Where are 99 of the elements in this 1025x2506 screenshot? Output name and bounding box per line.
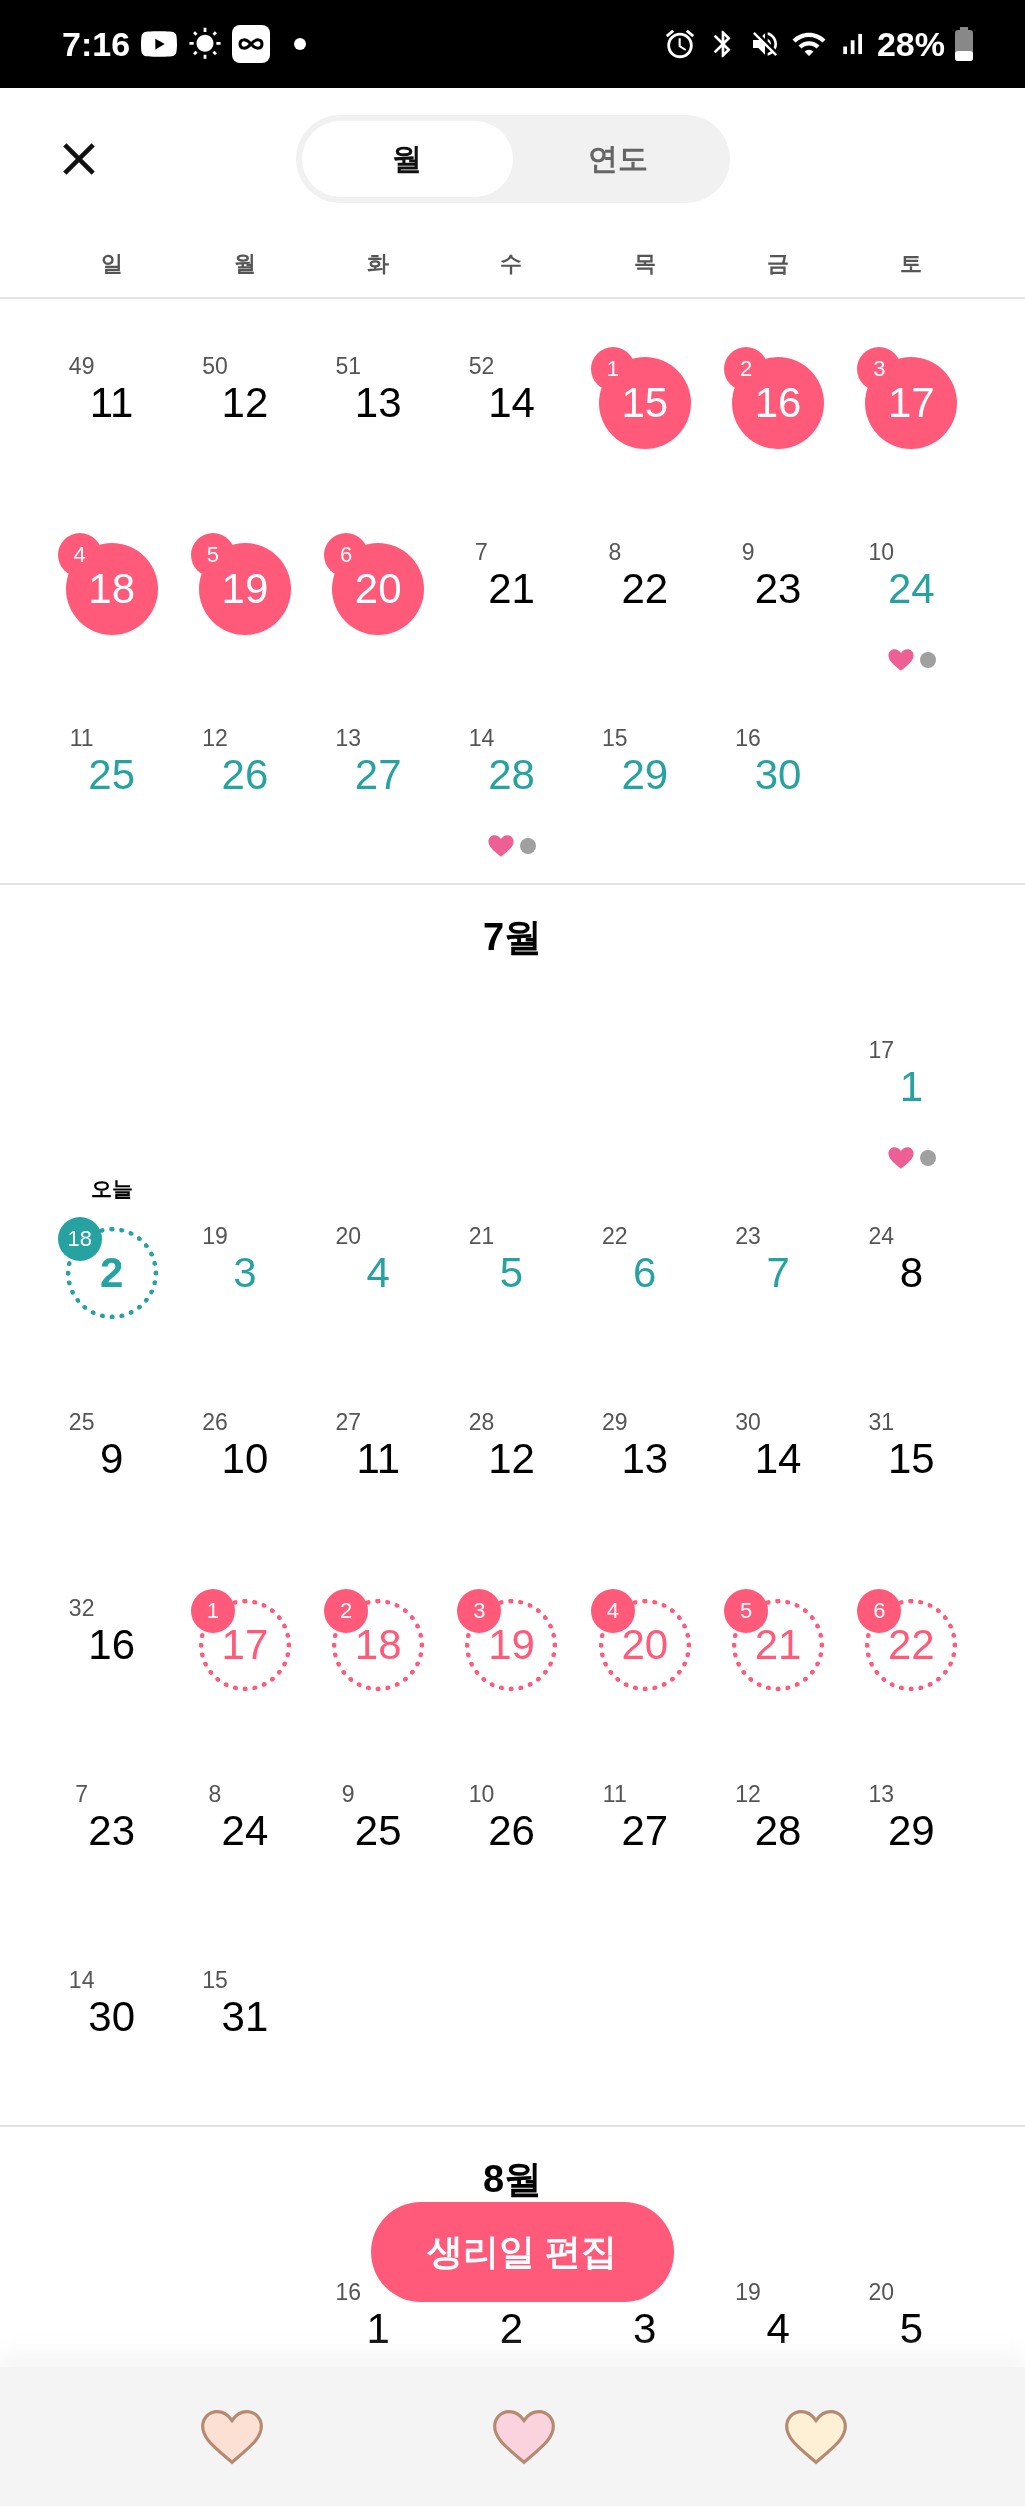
status-time: 7:16: [62, 24, 131, 64]
day-number[interactable]: 15: [888, 1438, 935, 1480]
day-number[interactable]: 8: [899, 1252, 923, 1294]
cycle-day-number: 16: [734, 725, 762, 752]
app-icon: [232, 25, 271, 63]
cycle-day-number: 22: [601, 1223, 629, 1250]
dot-icon: [294, 38, 307, 50]
cycle-day-number: 19: [201, 1223, 229, 1250]
cycle-day-number: 12: [734, 1781, 762, 1808]
cycle-day-number: 9: [740, 539, 756, 566]
weekday-label: 수: [499, 249, 524, 278]
battery-percent: 28%: [876, 24, 945, 64]
cycle-day-number: 9: [340, 1781, 356, 1808]
cycle-day-number: 29: [601, 1409, 629, 1436]
day-number[interactable]: 12: [488, 1438, 535, 1480]
cycle-day-number: 7: [74, 1781, 90, 1808]
day-number[interactable]: 3: [633, 2308, 657, 2350]
cycle-day-number: 30: [734, 1409, 762, 1436]
heart-icon: [886, 1146, 915, 1170]
cycle-day-number: 27: [334, 1409, 362, 1436]
day-number[interactable]: 13: [621, 1438, 669, 1480]
cycle-day-number: 8: [207, 1781, 223, 1808]
day-number[interactable]: 31: [221, 1996, 269, 2038]
dot-icon: [919, 652, 936, 668]
cycle-day-number: 12: [201, 725, 229, 752]
day-number[interactable]: 21: [488, 568, 535, 610]
cycle-day-number: 28: [467, 1409, 496, 1436]
heart-icon: [487, 834, 515, 858]
cycle-day-number: 26: [201, 1409, 229, 1436]
cycle-day-number: 11: [68, 725, 95, 752]
cycle-day-number: 10: [867, 539, 896, 566]
day-number[interactable]: 23: [88, 1810, 135, 1852]
day-number[interactable]: 24: [221, 1810, 269, 1852]
cycle-day-number: 20: [867, 2279, 896, 2306]
weekday-label: 토: [899, 249, 924, 278]
heart-icon: [491, 2408, 557, 2465]
cycle-day-number: 25: [67, 1409, 96, 1436]
cycle-day-number: 15: [601, 725, 629, 752]
day-number[interactable]: 13: [354, 382, 402, 424]
cycle-day-number: 52: [467, 353, 496, 380]
view-tab[interactable]: 월: [301, 121, 513, 197]
day-number[interactable]: 11: [89, 382, 134, 424]
day-number[interactable]: 9: [99, 1438, 124, 1480]
today-label: 오늘: [90, 1176, 133, 1202]
cycle-day-number: 23: [734, 1223, 762, 1250]
view-tab[interactable]: 연도: [512, 121, 724, 197]
cycle-day-number: 16: [334, 2279, 362, 2306]
day-number[interactable]: 22: [621, 568, 669, 610]
month-title: 8월: [482, 2159, 543, 2199]
day-number[interactable]: 30: [88, 1996, 135, 2038]
day-number[interactable]: 12: [221, 382, 269, 424]
day-number[interactable]: 11: [356, 1438, 400, 1480]
day-number[interactable]: 4: [766, 2308, 790, 2350]
day-number[interactable]: 1: [366, 2308, 390, 2350]
heart-icon: [199, 2408, 265, 2465]
day-number[interactable]: 26: [488, 1810, 535, 1852]
cycle-day-number: 50: [201, 353, 229, 380]
cycle-day-badge: 18: [57, 1217, 102, 1261]
cycle-day-number: 19: [734, 2279, 762, 2306]
cycle-day-number: 13: [867, 1781, 896, 1808]
day-number[interactable]: 2: [499, 2308, 524, 2350]
heart-icon: [783, 2408, 849, 2465]
cycle-day-number: 32: [67, 1595, 96, 1622]
cycle-day-number: 24: [867, 1223, 896, 1250]
cycle-day-number: 21: [467, 1223, 496, 1250]
dot-icon: [520, 838, 536, 854]
battery-icon: [955, 27, 973, 61]
cycle-day-number: 10: [467, 1781, 496, 1808]
weekday-label: 일: [99, 249, 124, 278]
heart-icon: [886, 648, 915, 672]
day-number[interactable]: 29: [888, 1810, 935, 1852]
day-number[interactable]: 10: [221, 1438, 269, 1480]
cycle-day-number: 15: [201, 1967, 229, 1994]
day-number[interactable]: 14: [488, 382, 535, 424]
day-number[interactable]: 23: [754, 568, 802, 610]
day-number[interactable]: 16: [88, 1624, 135, 1666]
cycle-day-number: 11: [601, 1781, 628, 1808]
weekday-label: 목: [632, 249, 657, 278]
cycle-day-number: 20: [334, 1223, 362, 1250]
cycle-day-number: 49: [67, 353, 96, 380]
day-number[interactable]: 28: [754, 1810, 802, 1852]
cycle-day-number: 17: [867, 1037, 896, 1064]
weekday-label: 화: [366, 249, 391, 278]
weekday-label: 월: [232, 249, 257, 278]
cycle-day-number: 31: [867, 1409, 896, 1436]
dot-icon: [919, 1150, 936, 1166]
weekday-label: 금: [766, 249, 791, 278]
day-number[interactable]: 27: [621, 1810, 669, 1852]
day-number[interactable]: 14: [754, 1438, 802, 1480]
cycle-day-number: 51: [334, 353, 362, 380]
day-number[interactable]: 5: [899, 2308, 923, 2350]
sun-icon: [188, 27, 223, 61]
cycle-day-number: 8: [607, 539, 623, 566]
month-title: 7월: [482, 917, 543, 957]
cycle-day-number: 14: [467, 725, 496, 752]
cycle-day-number: 13: [334, 725, 362, 752]
day-number[interactable]: 25: [354, 1810, 402, 1852]
cycle-day-number: 7: [474, 539, 489, 566]
cycle-day-number: 14: [67, 1967, 96, 1994]
